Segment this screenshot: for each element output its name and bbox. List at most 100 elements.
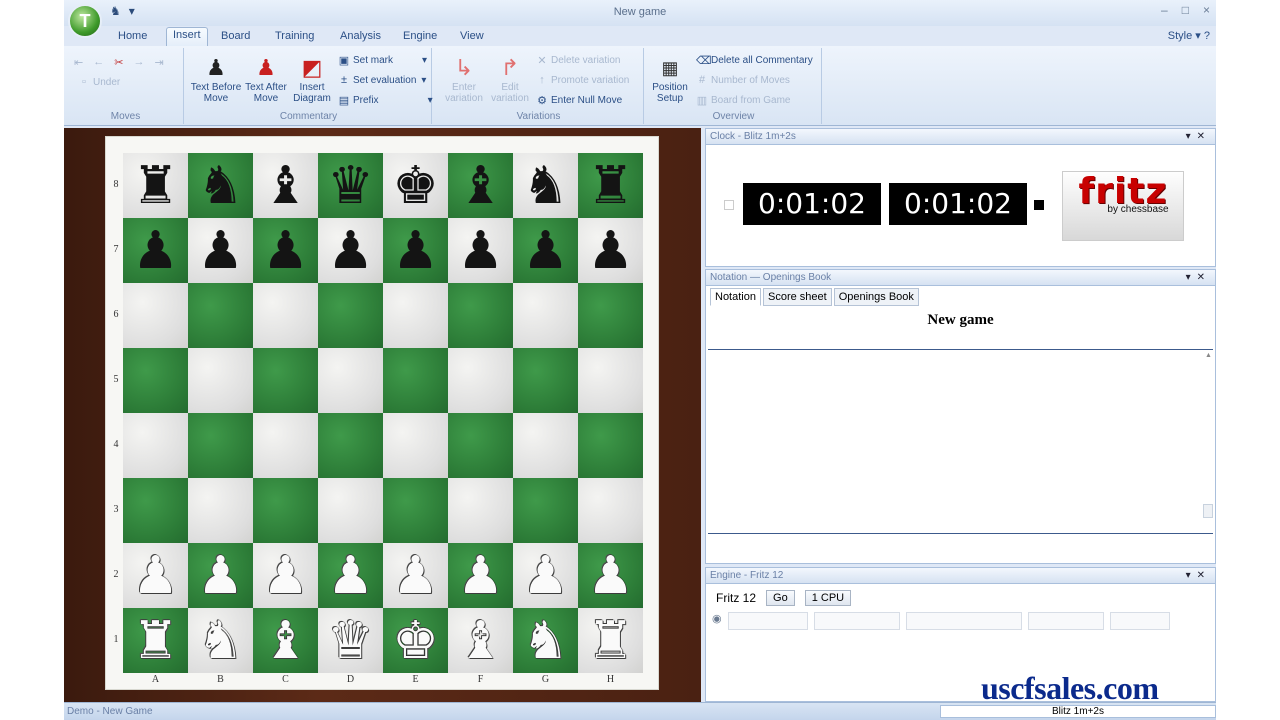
board-square-c7[interactable]: ♟ <box>253 218 318 283</box>
board-square-b4[interactable] <box>188 413 253 478</box>
board-square-a4[interactable] <box>123 413 188 478</box>
white-pawn-icon[interactable]: ♟ <box>197 550 244 602</box>
black-pawn-icon[interactable]: ♟ <box>587 225 634 277</box>
help-icon[interactable]: ? <box>1204 30 1210 42</box>
board-square-h3[interactable] <box>578 478 643 543</box>
board-square-e5[interactable] <box>383 348 448 413</box>
application-orb-button[interactable]: T <box>68 4 102 38</box>
board-square-f1[interactable]: ♝ <box>448 608 513 673</box>
board-square-d3[interactable] <box>318 478 383 543</box>
board-square-b1[interactable]: ♞ <box>188 608 253 673</box>
board-square-e1[interactable]: ♚ <box>383 608 448 673</box>
board-square-f7[interactable]: ♟ <box>448 218 513 283</box>
black-pawn-icon[interactable]: ♟ <box>262 225 309 277</box>
black-pawn-icon[interactable]: ♟ <box>132 225 179 277</box>
pane-menu-close-icons[interactable]: ▾✕ <box>1186 129 1211 144</box>
delete-all-commentary-button[interactable]: ⌫ Delete all Commentary <box>696 52 813 68</box>
black-bishop-icon[interactable]: ♝ <box>457 160 504 212</box>
board-square-c4[interactable] <box>253 413 318 478</box>
board-square-a1[interactable]: ♜ <box>123 608 188 673</box>
board-square-h2[interactable]: ♟ <box>578 543 643 608</box>
black-bishop-icon[interactable]: ♝ <box>262 160 309 212</box>
board-square-c3[interactable] <box>253 478 318 543</box>
board-square-b7[interactable]: ♟ <box>188 218 253 283</box>
next-move-icon[interactable]: → <box>133 56 144 69</box>
white-knight-icon[interactable]: ♞ <box>522 615 569 667</box>
board-square-g7[interactable]: ♟ <box>513 218 578 283</box>
set-evaluation-button[interactable]: ± Set evaluation ▾ <box>338 72 426 88</box>
board-square-e2[interactable]: ♟ <box>383 543 448 608</box>
board-square-f5[interactable] <box>448 348 513 413</box>
white-knight-icon[interactable]: ♞ <box>197 615 244 667</box>
black-rook-icon[interactable]: ♜ <box>132 160 179 212</box>
delete-variation-button[interactable]: ✕ Delete variation <box>536 52 620 68</box>
tab-openings-book[interactable]: Openings Book <box>833 288 919 306</box>
cpu-button[interactable]: 1 CPU <box>804 590 852 606</box>
board-square-g6[interactable] <box>513 283 578 348</box>
board-square-c1[interactable]: ♝ <box>253 608 318 673</box>
board-square-f6[interactable] <box>448 283 513 348</box>
black-pawn-icon[interactable]: ♟ <box>197 225 244 277</box>
board-square-d2[interactable]: ♟ <box>318 543 383 608</box>
board-square-c6[interactable] <box>253 283 318 348</box>
black-pawn-icon[interactable]: ♟ <box>327 225 374 277</box>
tab-view[interactable]: View <box>454 29 490 43</box>
board-square-d5[interactable] <box>318 348 383 413</box>
board-square-a2[interactable]: ♟ <box>123 543 188 608</box>
board-square-g1[interactable]: ♞ <box>513 608 578 673</box>
board-square-g3[interactable] <box>513 478 578 543</box>
board-square-e6[interactable] <box>383 283 448 348</box>
first-move-icon[interactable]: ⇤ <box>74 56 83 69</box>
text-before-move-button[interactable]: ♟ Text Before Move <box>190 54 242 104</box>
black-pawn-icon[interactable]: ♟ <box>392 225 439 277</box>
white-pawn-icon[interactable]: ♟ <box>262 550 309 602</box>
board-square-b2[interactable]: ♟ <box>188 543 253 608</box>
tab-notation[interactable]: Notation <box>710 288 761 306</box>
pane-menu-close-icons[interactable]: ▾✕ <box>1186 568 1211 583</box>
white-bishop-icon[interactable]: ♝ <box>457 615 504 667</box>
chess-board[interactable]: ♜ ♞ ♝ ♛ ♚ ♝ ♞ ♜ ♟ ♟ ♟ ♟ ♟ ♟ ♟ ♟ ♟ ♟ ♟ ♟ ♟ ♟ ♟ ♟ ♜ ♞ ♝ ♛ ♚ ♝ ♞ ♜ <box>123 153 643 673</box>
board-square-f3[interactable] <box>448 478 513 543</box>
enter-null-move-button[interactable]: ⚙ Enter Null Move <box>536 92 622 108</box>
board-square-g5[interactable] <box>513 348 578 413</box>
black-rook-icon[interactable]: ♜ <box>587 160 634 212</box>
insert-diagram-button[interactable]: ◩ Insert Diagram <box>286 54 338 104</box>
board-square-h7[interactable]: ♟ <box>578 218 643 283</box>
pane-menu-close-icons[interactable]: ▾✕ <box>1186 270 1211 285</box>
board-square-g8[interactable]: ♞ <box>513 153 578 218</box>
board-square-b8[interactable]: ♞ <box>188 153 253 218</box>
tab-analysis[interactable]: Analysis <box>334 29 387 43</box>
prefix-button[interactable]: ▤ Prefix ▾ <box>338 92 433 108</box>
board-square-d6[interactable] <box>318 283 383 348</box>
white-queen-icon[interactable]: ♛ <box>327 615 374 667</box>
board-square-a6[interactable] <box>123 283 188 348</box>
white-pawn-icon[interactable]: ♟ <box>132 550 179 602</box>
board-square-c5[interactable] <box>253 348 318 413</box>
board-square-c2[interactable]: ♟ <box>253 543 318 608</box>
position-setup-button[interactable]: ▦ Position Setup <box>644 54 696 104</box>
board-square-d4[interactable] <box>318 413 383 478</box>
minimize-button[interactable]: – <box>1161 3 1168 17</box>
board-square-d1[interactable]: ♛ <box>318 608 383 673</box>
under-button[interactable]: ▫ Under <box>78 74 120 90</box>
maximize-button[interactable]: □ <box>1182 3 1189 17</box>
set-mark-button[interactable]: ▣ Set mark ▾ <box>338 52 427 68</box>
go-button[interactable]: Go <box>766 590 795 606</box>
tab-engine[interactable]: Engine <box>397 29 443 43</box>
white-rook-icon[interactable]: ♜ <box>132 615 179 667</box>
white-king-icon[interactable]: ♚ <box>392 615 439 667</box>
tab-home[interactable]: Home <box>112 29 153 43</box>
edit-variation-button[interactable]: ↱ Edit variation <box>484 54 536 104</box>
close-button[interactable]: × <box>1203 3 1210 17</box>
tab-score-sheet[interactable]: Score sheet <box>762 288 832 306</box>
board-square-a7[interactable]: ♟ <box>123 218 188 283</box>
prev-move-icon[interactable]: ← <box>93 56 104 69</box>
black-knight-icon[interactable]: ♞ <box>197 160 244 212</box>
board-square-e3[interactable] <box>383 478 448 543</box>
black-pawn-icon[interactable]: ♟ <box>457 225 504 277</box>
board-square-c8[interactable]: ♝ <box>253 153 318 218</box>
black-king-icon[interactable]: ♚ <box>392 160 439 212</box>
board-from-game-button[interactable]: ▥ Board from Game <box>696 92 791 108</box>
style-menu[interactable]: Style ▾ ? <box>1168 29 1210 42</box>
promote-variation-button[interactable]: ↑ Promote variation <box>536 72 629 88</box>
